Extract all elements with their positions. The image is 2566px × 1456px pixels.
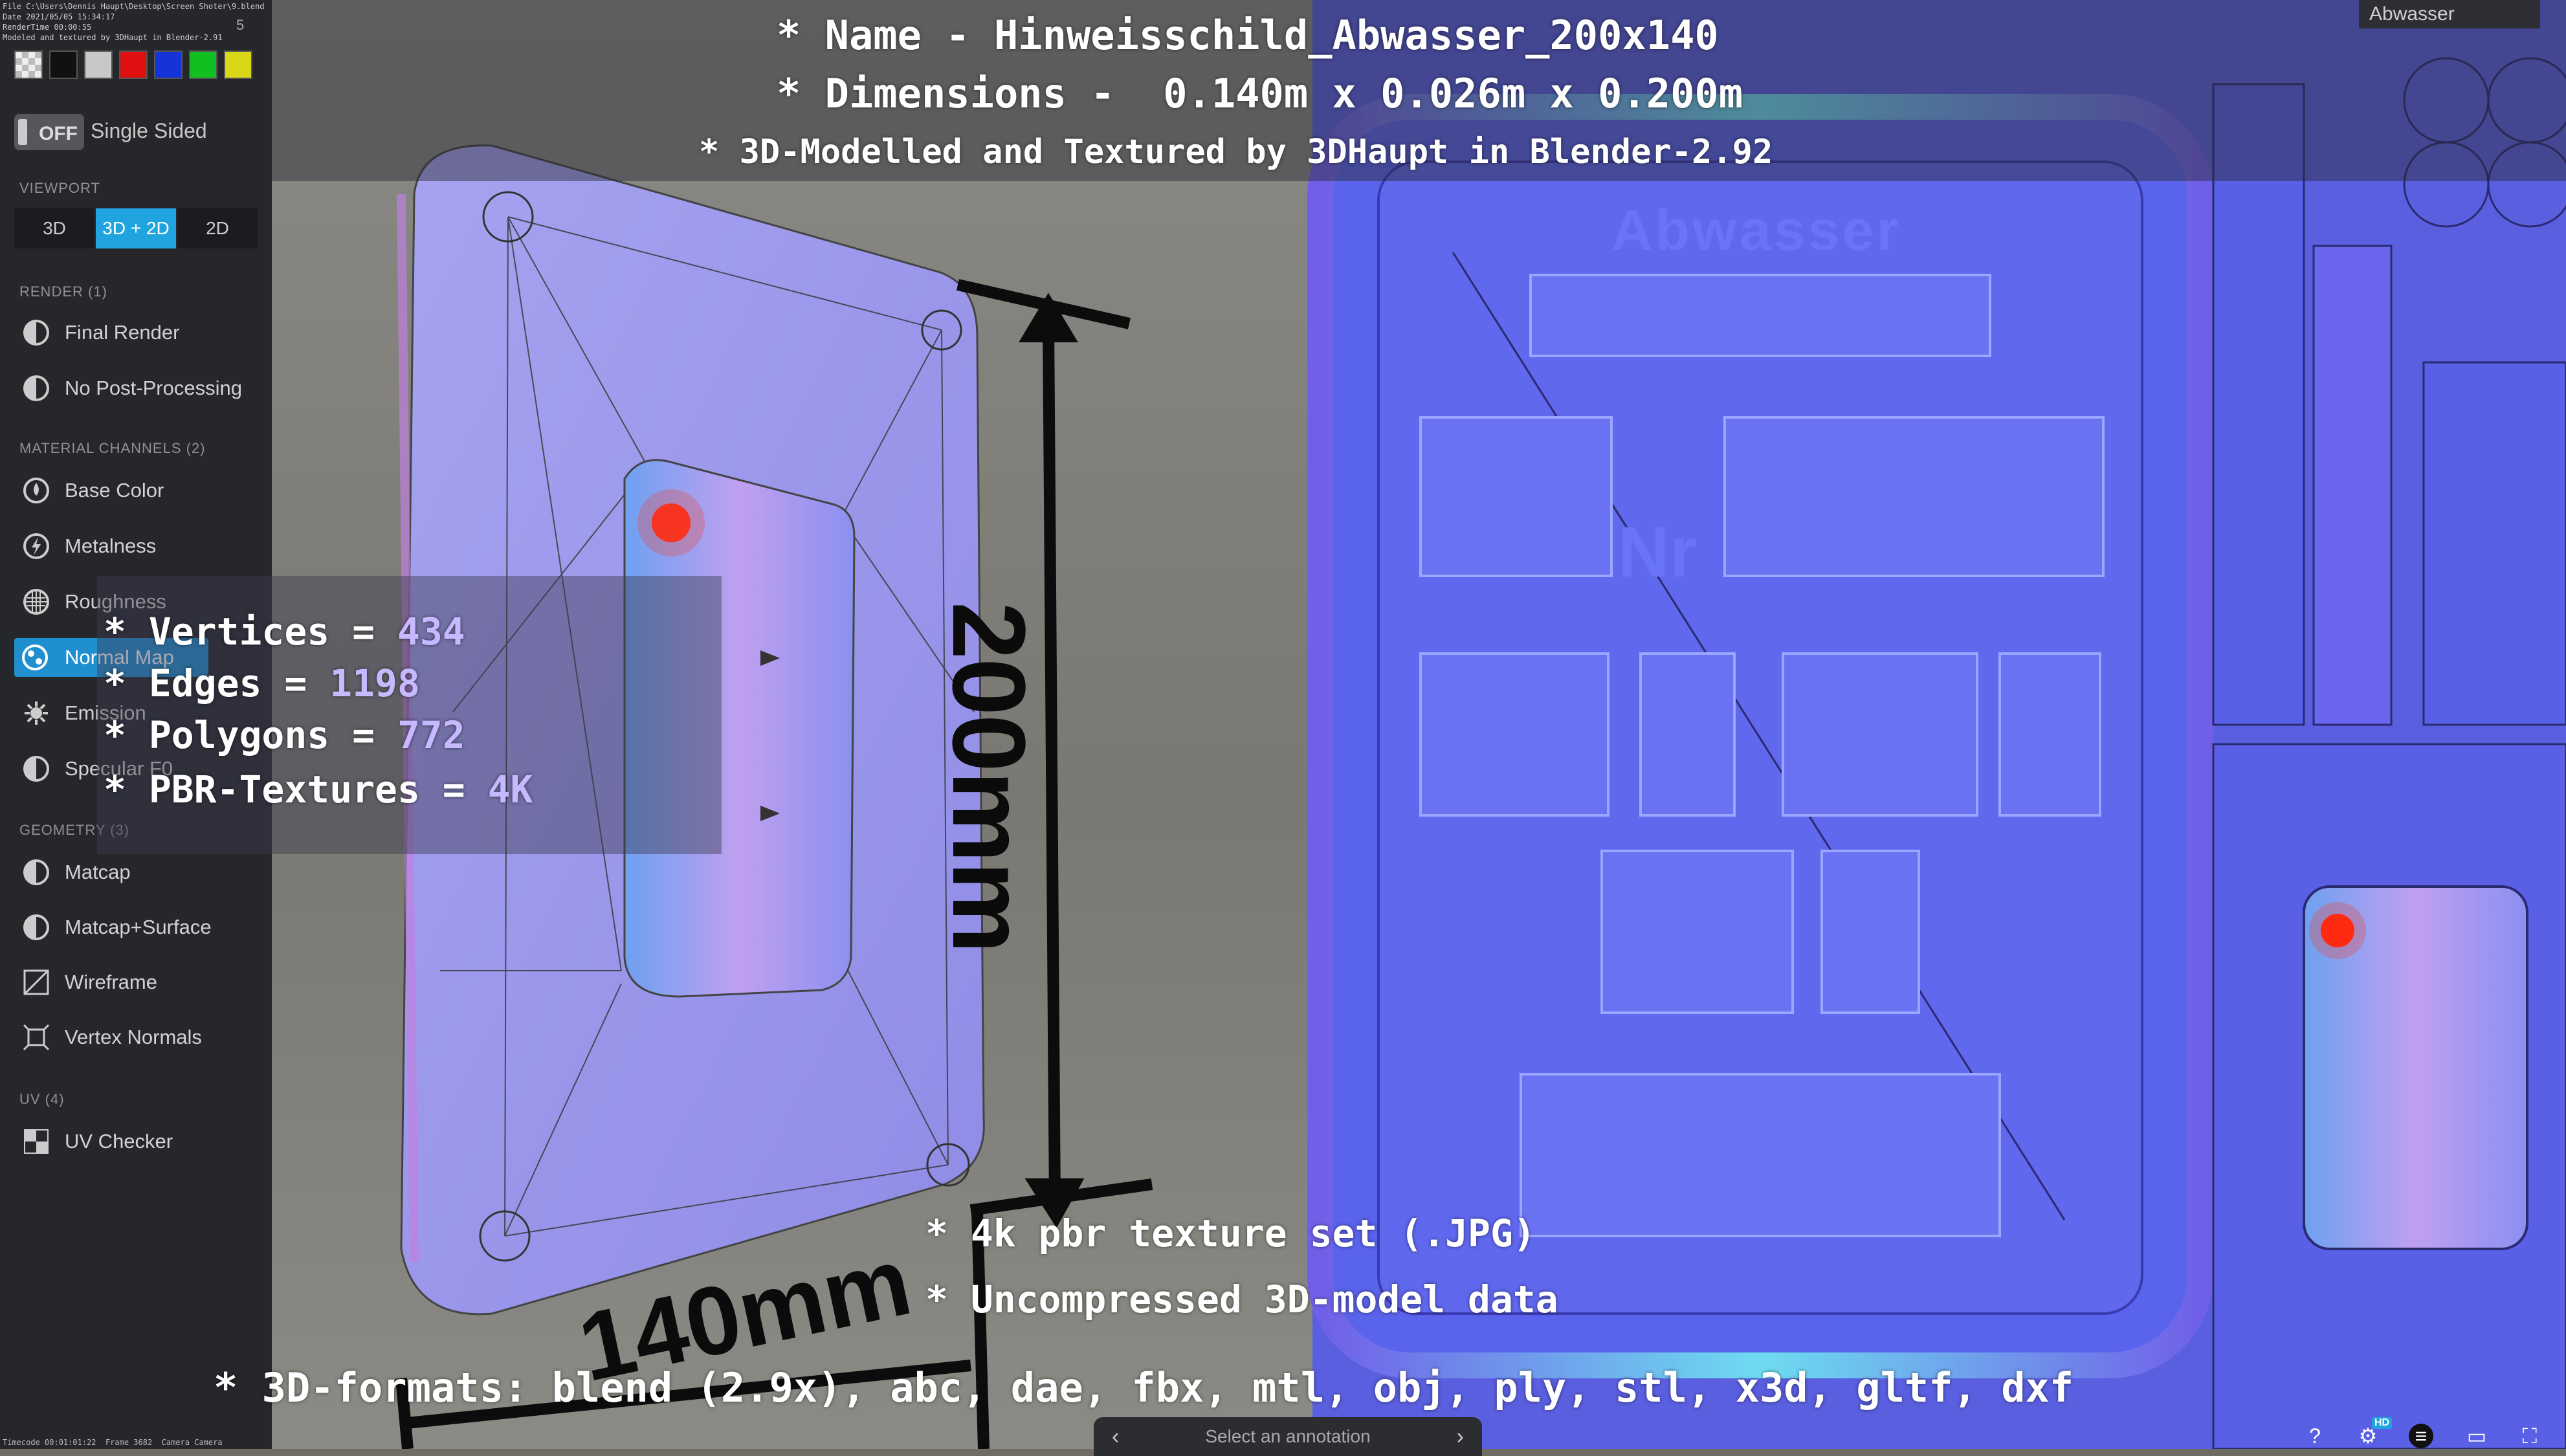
stat-label: * Edges = <box>104 661 330 705</box>
stat-value: 4K <box>487 767 533 811</box>
viewport-2d-button[interactable]: 2D <box>177 208 258 248</box>
swatch-grey[interactable] <box>84 50 113 79</box>
camera-name: Camera Camera <box>161 1438 223 1447</box>
uv-emboss-number: Nr <box>1618 513 1698 592</box>
stat-label: * PBR-Textures = <box>104 767 488 811</box>
swatch-yellow[interactable] <box>224 50 252 79</box>
viewport-3d-button[interactable]: 3D <box>14 208 94 248</box>
swatch-blue[interactable] <box>154 50 182 79</box>
stat-value: 1198 <box>329 661 420 705</box>
menu-label: Base Color <box>65 479 164 502</box>
menu-base-color[interactable]: Base Color <box>19 471 259 510</box>
annotation-next-button[interactable]: › <box>1457 1417 1464 1456</box>
circle-half-icon <box>23 375 49 401</box>
color-drop-icon <box>23 478 49 503</box>
help-icon[interactable]: ? <box>2303 1424 2327 1448</box>
credit-line: Modeled and textured by 3DHaupt in Blend… <box>3 33 223 42</box>
sun-icon <box>25 701 48 725</box>
toggle-knob <box>18 119 27 145</box>
lightning-icon <box>23 533 49 559</box>
circle-half-icon <box>23 859 49 885</box>
stat-value: 772 <box>397 713 465 757</box>
hd-badge: HD <box>2372 1417 2393 1429</box>
wireframe-icon <box>23 969 49 995</box>
overlay-texture-line: * 4k pbr texture set (.JPG) <box>925 1211 1536 1255</box>
toggle-state: OFF <box>39 123 78 144</box>
menu-label: Final Render <box>65 321 180 344</box>
swatch-checker[interactable] <box>14 50 43 79</box>
frame-number: Frame 3682 <box>105 1438 153 1447</box>
vertex-normals-icon <box>23 1024 50 1051</box>
overlay-uncompressed-line: * Uncompressed 3D-model data <box>925 1277 1558 1321</box>
menu-uv-checker[interactable]: UV Checker <box>19 1122 259 1161</box>
material-name-label: Abwasser <box>2359 0 2540 28</box>
menu-label: Matcap <box>65 861 131 883</box>
uv-heading: UV (4) <box>19 1091 65 1107</box>
timecode: Timecode 00:01:01:22 <box>3 1438 96 1447</box>
overlay-dimensions-line: * Dimensions - 0.140m x 0.026m x 0.200m <box>777 70 1743 117</box>
menu-label: UV Checker <box>65 1130 173 1153</box>
checker-icon <box>24 1129 49 1154</box>
menu-matcap[interactable]: Matcap <box>19 853 259 892</box>
menu-label: Matcap+Surface <box>65 916 212 938</box>
overlay-credit-line: * 3D-Modelled and Textured by 3DHaupt in… <box>699 133 1773 171</box>
circle-half-icon <box>23 320 49 346</box>
overlay-formats-line: * 3D-formats: blend (2.9x), abc, dae, fb… <box>214 1364 2074 1411</box>
swatch-red[interactable] <box>119 50 148 79</box>
file-counter: 5 <box>236 17 245 33</box>
menu-label: Metalness <box>65 535 157 557</box>
viewport-heading: VIEWPORT <box>19 180 100 196</box>
stat-edges: * Edges = 1198 <box>104 661 420 705</box>
menu-label: Wireframe <box>65 971 157 993</box>
swatch-black[interactable] <box>49 50 78 79</box>
stat-pbr-textures: * PBR-Textures = 4K <box>104 767 533 811</box>
render-heading: RENDER (1) <box>19 283 107 300</box>
menu-final-render[interactable]: Final Render <box>19 313 259 352</box>
render-time: RenderTime 00:00:55 <box>3 23 92 32</box>
grid-circle-icon <box>23 589 49 615</box>
uv-emboss-title: Abwasser <box>1611 198 1901 262</box>
stat-value: 434 <box>397 610 465 654</box>
normal-map-icon <box>22 645 48 670</box>
stat-label: * Vertices = <box>104 610 397 654</box>
material-heading: MATERIAL CHANNELS (2) <box>19 440 206 456</box>
stat-polygons: * Polygons = 772 <box>104 713 465 757</box>
menu-no-post-processing[interactable]: No Post-Processing <box>19 369 259 408</box>
layers-icon[interactable]: ≡ <box>2409 1424 2433 1448</box>
single-sided-label: Single Sided <box>91 119 207 142</box>
file-path: File C:\Users\Dennis Haupt\Desktop\Scree… <box>3 2 265 11</box>
menu-metalness[interactable]: Metalness <box>19 527 259 566</box>
menu-matcap-surface[interactable]: Matcap+Surface <box>19 908 259 947</box>
swatch-green[interactable] <box>189 50 217 79</box>
circle-half-icon <box>23 914 49 940</box>
fullscreen-icon[interactable]: ⛶ <box>2517 1424 2542 1448</box>
menu-wireframe[interactable]: Wireframe <box>19 963 259 1002</box>
viewport-3d-2d-button[interactable]: 3D + 2D <box>96 208 176 248</box>
annotation-bar: ‹ Select an annotation › <box>1094 1417 1482 1456</box>
footer-info: Timecode 00:01:01:22 Frame 3682 Camera C… <box>3 1438 223 1447</box>
annotation-prev-button[interactable]: ‹ <box>1112 1417 1119 1456</box>
annotation-select-label[interactable]: Select an annotation <box>1205 1426 1370 1446</box>
circle-half-icon <box>23 756 49 782</box>
file-date: Date 2021/05/05 15:34:17 <box>3 12 115 21</box>
menu-label: Vertex Normals <box>65 1026 202 1048</box>
image-icon[interactable]: ▭ <box>2464 1424 2489 1448</box>
menu-label: No Post-Processing <box>65 377 242 399</box>
dimension-label-vertical: 200mm <box>931 602 1047 953</box>
stat-label: * Polygons = <box>104 713 397 757</box>
stat-vertices: * Vertices = 434 <box>104 610 465 654</box>
file-info: File C:\Users\Dennis Haupt\Desktop\Scree… <box>3 1 265 43</box>
overlay-name-line: * Name - Hinweisschild_Abwasser_200x140 <box>777 12 1719 59</box>
menu-vertex-normals[interactable]: Vertex Normals <box>19 1018 259 1057</box>
